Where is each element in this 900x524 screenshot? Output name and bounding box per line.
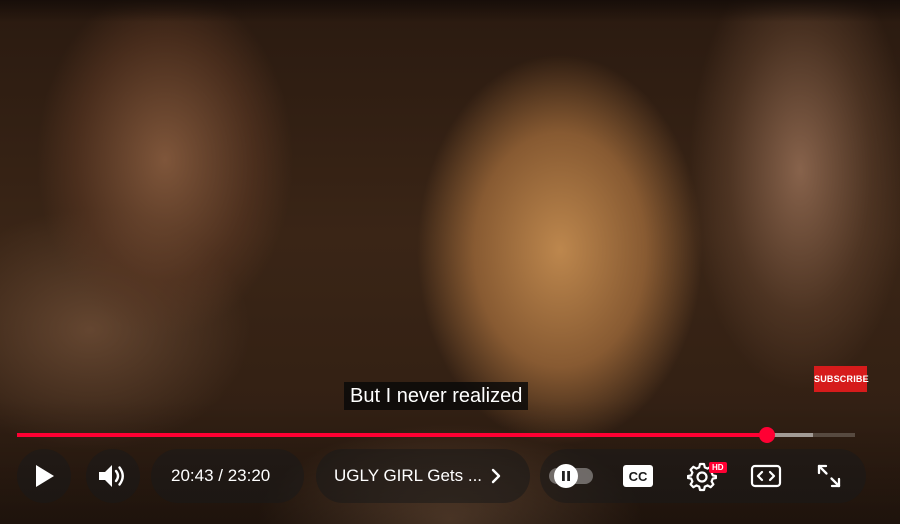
miniplayer-icon bbox=[750, 464, 782, 488]
play-button[interactable] bbox=[17, 449, 71, 503]
volume-button[interactable] bbox=[86, 449, 140, 503]
hd-badge: HD bbox=[709, 462, 727, 473]
progress-bar[interactable] bbox=[17, 427, 855, 443]
video-title: UGLY GIRL Gets ... bbox=[334, 466, 483, 485]
captions-button[interactable]: CC bbox=[619, 460, 657, 492]
play-icon bbox=[36, 465, 54, 487]
next-chapter-button[interactable] bbox=[484, 464, 508, 488]
progress-played bbox=[17, 433, 767, 437]
cc-icon: CC bbox=[623, 465, 653, 487]
progress-scrubber[interactable] bbox=[759, 427, 775, 443]
duration: 23:20 bbox=[227, 466, 271, 485]
miniplayer-button[interactable] bbox=[748, 460, 784, 492]
current-time: 20:43 bbox=[171, 466, 214, 485]
autoplay-toggle-graphic bbox=[549, 464, 593, 488]
autoplay-toggle[interactable] bbox=[548, 463, 594, 489]
fullscreen-button[interactable] bbox=[812, 459, 846, 493]
subtitle-caption: But I never realized bbox=[344, 382, 529, 410]
time-separator: / bbox=[213, 466, 228, 485]
time-readout: 20:43 / 23:20 bbox=[171, 464, 270, 488]
svg-text:CC: CC bbox=[629, 469, 648, 484]
chevron-right-icon bbox=[491, 468, 501, 484]
subscribe-watermark[interactable]: SUBSCRIBE bbox=[814, 366, 869, 392]
fullscreen-icon bbox=[817, 464, 841, 488]
volume-icon bbox=[99, 465, 124, 487]
video-player[interactable]: But I never realized SUBSCRIBE 20:43 / 2… bbox=[0, 0, 900, 524]
video-frame bbox=[0, 0, 900, 524]
